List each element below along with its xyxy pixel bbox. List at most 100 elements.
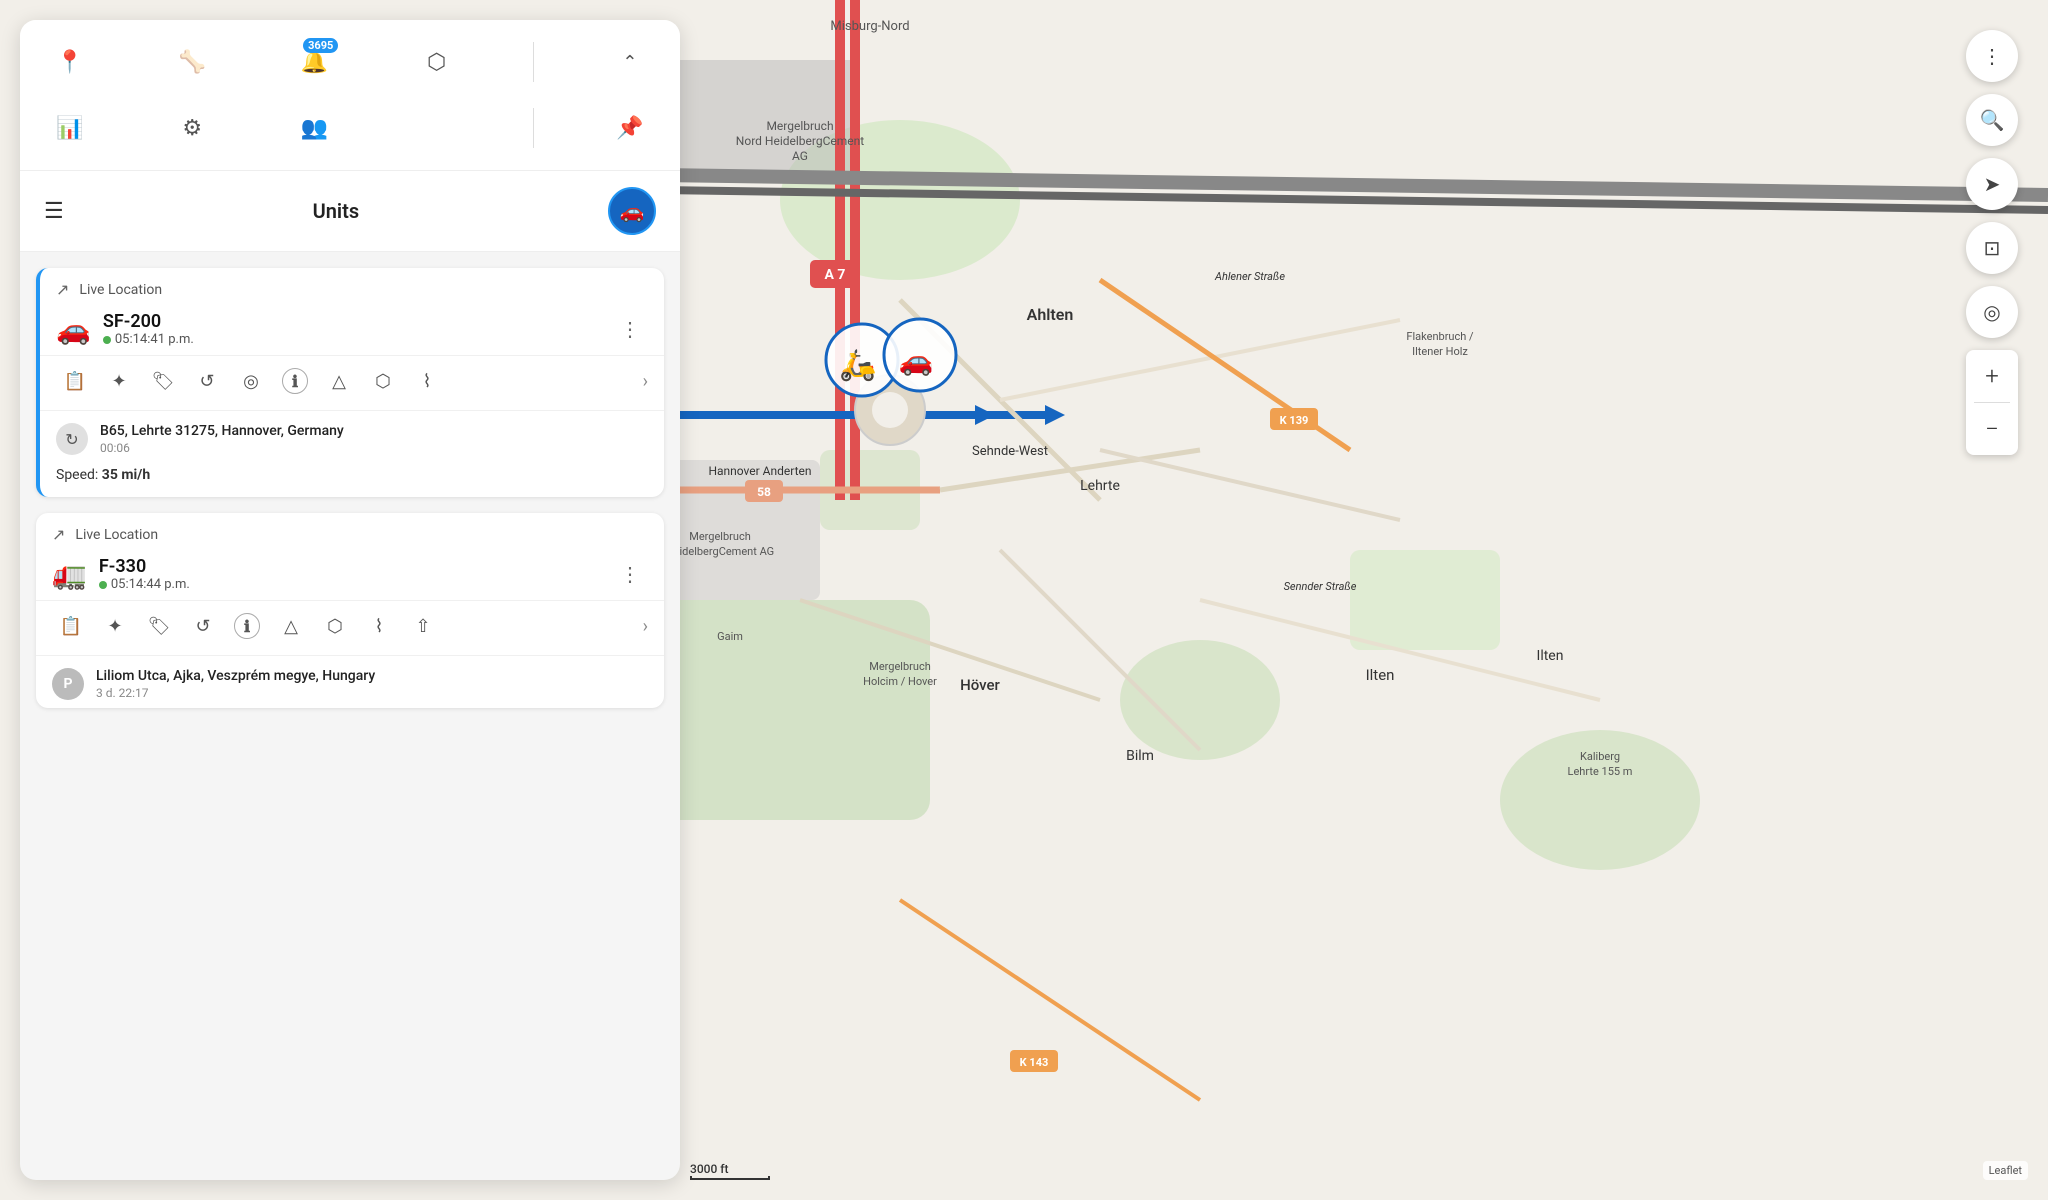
- capture-button[interactable]: ⊡: [1966, 222, 2018, 274]
- unit-info-row-1: 🚗 SF-200 05:14:41 p.m. ⋮: [40, 307, 664, 355]
- geofence-icon-1[interactable]: ◎: [232, 362, 270, 400]
- more-options-button[interactable]: ⋮: [1966, 30, 2018, 82]
- action-icons-row-2: 📋 ✦ 🏷 ↺ ℹ △ ⬡ ⌇ ⇧ ›: [36, 600, 664, 656]
- zoom-controls: + −: [1966, 350, 2018, 455]
- svg-text:Nord HeidelbergCement: Nord HeidelbergCement: [736, 134, 864, 148]
- location-row-1: ↻ B65, Lehrte 31275, Hannover, Germany 0…: [40, 411, 664, 463]
- scale-bar: 3000 ft: [690, 1162, 770, 1180]
- share-icon-2: ↗: [52, 525, 65, 544]
- units-title: Units: [313, 199, 360, 223]
- location-info-1: B65, Lehrte 31275, Hannover, Germany 00:…: [100, 423, 344, 455]
- svg-text:Sehnde-West: Sehnde-West: [972, 444, 1048, 459]
- toolbar: 📍 🦴 🔔 3695 ⬡ ⌃ 📊 ⚙ 👥 📌: [20, 20, 680, 171]
- bookmark-icon-1[interactable]: 🏷: [144, 362, 182, 400]
- address-2: Liliom Utca, Ajka, Veszprém megye, Hunga…: [96, 668, 375, 684]
- shield-icon-2[interactable]: ⬡: [316, 607, 354, 645]
- path-icon-1[interactable]: ⌇: [408, 362, 446, 400]
- navigate-button[interactable]: ➤: [1966, 158, 2018, 210]
- unit-left-2: 🚛 F-330 05:14:44 p.m.: [52, 556, 190, 592]
- navigate-icon: ➤: [1984, 172, 2001, 196]
- chevron-right-icon-1[interactable]: ›: [643, 371, 648, 392]
- svg-text:Mergelbruch: Mergelbruch: [689, 530, 751, 543]
- live-location-label-2: Live Location: [75, 527, 158, 543]
- share-icon-1: ↗: [56, 280, 69, 299]
- notifications-badge: 3695: [303, 38, 338, 53]
- shield-icon-1[interactable]: ⬡: [364, 362, 402, 400]
- zoom-out-button[interactable]: −: [1966, 403, 2018, 455]
- speed-value-1: 35 mi/h: [102, 467, 150, 483]
- unit-card-f330[interactable]: ↗ Live Location 🚛 F-330 05:14:44 p.m. ⋮: [36, 513, 664, 708]
- location-circle-icon-1: ↻: [56, 423, 88, 455]
- svg-text:Holcim / Hover: Holcim / Hover: [863, 675, 937, 688]
- report-icon-2[interactable]: 📋: [52, 607, 90, 645]
- svg-text:K 143: K 143: [1020, 1056, 1049, 1069]
- unit-name-1: SF-200: [103, 311, 194, 332]
- replay-icon-2[interactable]: ↺: [184, 607, 222, 645]
- pin-icon[interactable]: 📌: [604, 102, 656, 154]
- capture-icon: ⊡: [1984, 236, 2001, 260]
- collapse-icon[interactable]: ⌃: [604, 36, 656, 88]
- speed-label-1: Speed:: [56, 467, 98, 483]
- report-icon-1[interactable]: 📋: [56, 362, 94, 400]
- notifications-icon[interactable]: 🔔 3695: [288, 36, 340, 88]
- svg-text:Ilten: Ilten: [1366, 666, 1395, 684]
- live-location-row-2: ↗ Live Location: [36, 513, 664, 552]
- navigation-icon-1[interactable]: △: [320, 362, 358, 400]
- zoom-in-button[interactable]: +: [1966, 350, 2018, 402]
- action-icons-row-1: 📋 ✦ 🏷 ↺ ◎ ℹ △ ⬡ ⌇ ›: [40, 355, 664, 411]
- search-icon: 🔍: [1980, 108, 2005, 132]
- svg-text:Lehrte 155 m: Lehrte 155 m: [1568, 765, 1633, 778]
- route-bones-icon[interactable]: 🦴: [166, 36, 218, 88]
- svg-text:🛵: 🛵: [839, 348, 876, 383]
- location-pin-icon[interactable]: 📍: [44, 36, 96, 88]
- location-circle-icon-2: P: [52, 668, 84, 700]
- toolbar-divider-2: [533, 108, 534, 148]
- settings-wheel-icon[interactable]: ⚙: [166, 102, 218, 154]
- toolbar-row-2: 📊 ⚙ 👥 📌: [44, 102, 656, 154]
- info-icon-1[interactable]: ℹ: [282, 368, 308, 394]
- route-icon-2[interactable]: ✦: [96, 607, 134, 645]
- status-dot-2: [99, 581, 107, 589]
- location-row-2: P Liliom Utca, Ajka, Veszprém megye, Hun…: [36, 656, 664, 708]
- svg-text:K 139: K 139: [1280, 414, 1309, 427]
- unit-card-sf200[interactable]: ↗ Live Location 🚗 SF-200 05:14:41 p.m. ⋮: [36, 268, 664, 497]
- svg-text:Flakenbruch /: Flakenbruch /: [1406, 330, 1474, 343]
- toolbar-divider: [533, 42, 534, 82]
- status-dot-1: [103, 336, 111, 344]
- share3-icon-2[interactable]: ⇧: [404, 607, 442, 645]
- search-button[interactable]: 🔍: [1966, 94, 2018, 146]
- path-icon-2[interactable]: ⌇: [360, 607, 398, 645]
- toolbar-row-1: 📍 🦴 🔔 3695 ⬡ ⌃: [44, 36, 656, 88]
- chart-icon[interactable]: 📊: [44, 102, 96, 154]
- units-avatar[interactable]: 🚗: [608, 187, 656, 235]
- locate-icon: ◎: [1983, 300, 2000, 324]
- svg-text:Kaliberg: Kaliberg: [1580, 750, 1620, 763]
- svg-text:Ahlten: Ahlten: [1027, 305, 1074, 324]
- svg-text:Lehrte: Lehrte: [1080, 478, 1120, 494]
- leaflet-attribution[interactable]: Leaflet: [1983, 1161, 2028, 1180]
- bookmark-icon-2[interactable]: 🏷: [140, 607, 178, 645]
- menu-icon[interactable]: ☰: [44, 199, 64, 224]
- svg-text:Misburg-Nord: Misburg-Nord: [830, 19, 909, 34]
- svg-text:HeidelbergCement AG: HeidelbergCement AG: [666, 545, 774, 558]
- svg-text:Bilm: Bilm: [1126, 748, 1154, 764]
- replay-icon-1[interactable]: ↺: [188, 362, 226, 400]
- svg-text:🚗: 🚗: [899, 344, 934, 377]
- info-icon-2[interactable]: ℹ: [234, 613, 260, 639]
- svg-text:Ilten: Ilten: [1537, 648, 1564, 664]
- more-menu-1[interactable]: ⋮: [612, 313, 648, 345]
- chevron-right-icon-2[interactable]: ›: [643, 616, 648, 637]
- svg-text:Höver: Höver: [960, 676, 1000, 694]
- svg-text:Mergelbruch: Mergelbruch: [766, 119, 833, 133]
- navigation-icon-2[interactable]: △: [272, 607, 310, 645]
- users-icon[interactable]: 👥: [288, 102, 340, 154]
- select-area-icon[interactable]: ⬡: [411, 36, 463, 88]
- more-menu-2[interactable]: ⋮: [612, 558, 648, 590]
- locate-button[interactable]: ◎: [1966, 286, 2018, 338]
- svg-text:58: 58: [757, 485, 771, 499]
- route-icon-1[interactable]: ✦: [100, 362, 138, 400]
- svg-text:AG: AG: [792, 149, 808, 163]
- time-ago-1: 00:06: [100, 441, 344, 455]
- units-list: ↗ Live Location 🚗 SF-200 05:14:41 p.m. ⋮: [20, 252, 680, 1180]
- live-location-label-1: Live Location: [79, 282, 162, 298]
